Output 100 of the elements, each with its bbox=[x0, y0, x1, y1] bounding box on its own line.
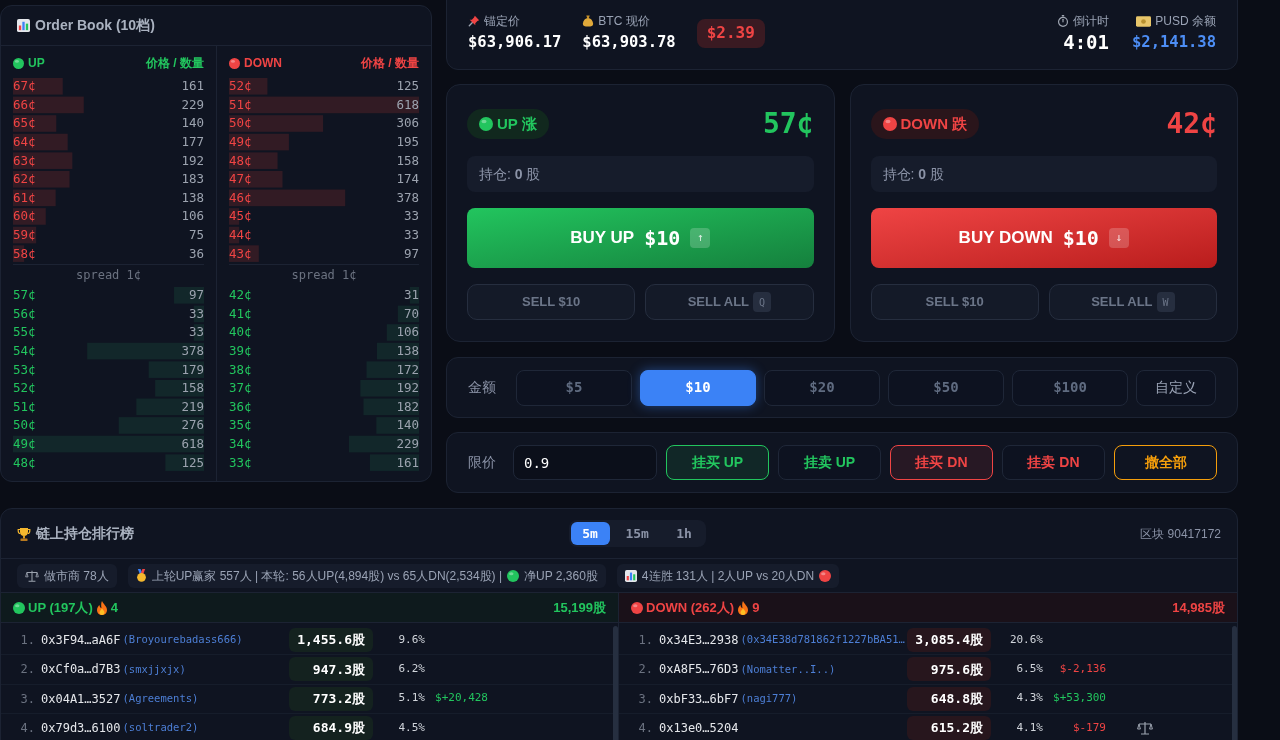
limit-order-button[interactable]: 挂买 DN bbox=[890, 445, 993, 480]
fire-icon bbox=[95, 600, 108, 615]
medal-icon bbox=[135, 569, 147, 582]
limit-label: 限价 bbox=[468, 453, 497, 472]
dot-icon bbox=[507, 569, 520, 582]
stat-text: 4连胜 131人 | 2人UP vs 20人DN bbox=[641, 567, 815, 585]
dot-icon bbox=[882, 117, 897, 131]
limit-order-button[interactable]: 挂卖 UP bbox=[778, 445, 881, 480]
amount-option[interactable]: $5 bbox=[516, 369, 632, 406]
side-label: UP 涨 bbox=[497, 113, 537, 134]
price-text: 33¢ bbox=[229, 455, 252, 470]
rank-number: 2. bbox=[637, 661, 653, 679]
dot-icon bbox=[229, 57, 240, 69]
price-text: 38¢ bbox=[229, 362, 252, 377]
sell-button[interactable]: SELL ALL W bbox=[1048, 284, 1217, 320]
sell-button[interactable]: SELL ALL Q bbox=[645, 284, 814, 320]
limit-order-button[interactable]: 撤全部 bbox=[1114, 445, 1217, 480]
quantity-text: 75 bbox=[188, 228, 204, 243]
block-number: 区块 90417172 bbox=[1140, 525, 1221, 543]
price-text: 42¢ bbox=[229, 288, 252, 303]
key-hint: ↑ bbox=[690, 228, 711, 248]
stat-label: BTC 现价 bbox=[598, 13, 650, 30]
shares-amount: 648.8股 bbox=[907, 686, 991, 711]
trader-name: (Broyourebadass666) bbox=[122, 632, 243, 648]
share-percent: 20.6% bbox=[1008, 631, 1043, 648]
side-title: DOWN (262人) bbox=[646, 598, 735, 617]
price-text: 36¢ bbox=[229, 399, 252, 414]
stat-text: 上轮UP赢家 557人 | 本轮: 56人UP(4,894股) vs 65人DN(2,534股) | bbox=[151, 567, 503, 585]
holdings-text: 持仓: 0 股 bbox=[467, 156, 814, 192]
shares-amount: 3,085.4股 bbox=[907, 628, 991, 653]
pnl-value: $+53,300 bbox=[1052, 690, 1106, 707]
amount-option[interactable]: 自定义 bbox=[1136, 369, 1216, 406]
share-percent: 4.1% bbox=[1015, 719, 1043, 736]
price-text: 40¢ bbox=[229, 325, 252, 340]
rank-number: 4. bbox=[637, 720, 653, 738]
side-total: 15,199股 bbox=[553, 598, 606, 617]
quantity-text: 183 bbox=[181, 172, 204, 187]
price-text: 42¢ bbox=[1166, 110, 1217, 138]
trader-name: (smxjjxjx) bbox=[122, 661, 186, 677]
stat-value: $63,903.78 bbox=[582, 32, 676, 53]
quantity-text: 161 bbox=[181, 79, 204, 94]
timeframe-tab[interactable]: 1h bbox=[664, 522, 704, 545]
stat-label: 锚定价 bbox=[484, 13, 520, 30]
panel-title: 链上持仓排行榜 bbox=[36, 524, 134, 543]
buy-button[interactable]: BUY UP $10 ↑ bbox=[467, 208, 814, 268]
amount-option[interactable]: $10 bbox=[640, 369, 756, 406]
pnl-value: $+20,428 bbox=[434, 690, 488, 707]
trader-name: (0x34E38d781862f1227bBA51… bbox=[740, 632, 905, 648]
limit-price-input[interactable]: 0.9 bbox=[513, 445, 657, 480]
holdings-text: 持仓: 0 股 bbox=[870, 156, 1217, 192]
dot-icon bbox=[13, 57, 24, 69]
amount-option[interactable]: $100 bbox=[1012, 369, 1128, 406]
shares-amount: 1,455.6股 bbox=[289, 628, 373, 653]
rank-number: 3. bbox=[637, 690, 653, 708]
timeframe-tab[interactable]: 5m bbox=[570, 522, 610, 545]
rank-number: 4. bbox=[19, 720, 35, 738]
column-header: 价格 / 数量 bbox=[146, 55, 204, 72]
quantity-text: 229 bbox=[181, 97, 204, 112]
sell-button[interactable]: SELL $10 bbox=[467, 284, 636, 320]
price-text: 35¢ bbox=[229, 418, 252, 433]
share-percent: 4.5% bbox=[397, 719, 425, 736]
key-hint: ↓ bbox=[1108, 228, 1129, 248]
side-label: UP bbox=[28, 55, 45, 72]
share-percent: 6.2% bbox=[397, 661, 425, 678]
timeframe-tab[interactable]: 15m bbox=[617, 522, 657, 545]
wallet-address: 0x04A1…3527 bbox=[41, 690, 121, 708]
share-percent: 4.3% bbox=[1015, 690, 1043, 707]
rank-number: 2. bbox=[19, 661, 35, 679]
stat-value: $63,906.17 bbox=[468, 32, 562, 53]
wallet-address: 0x3F94…aA6F bbox=[41, 632, 121, 650]
wallet-address: 0xA8F5…76D3 bbox=[659, 661, 739, 679]
scale-icon bbox=[25, 569, 39, 582]
wallet-address: 0xCf0a…d7B3 bbox=[41, 661, 121, 679]
share-percent: 5.1% bbox=[397, 690, 425, 707]
key-hint: W bbox=[1156, 292, 1175, 312]
share-percent: 9.6% bbox=[397, 631, 425, 648]
limit-order-button[interactable]: 挂卖 DN bbox=[1002, 445, 1105, 480]
trader-name: (Nomatter..I..) bbox=[740, 661, 836, 677]
sell-button[interactable]: SELL $10 bbox=[870, 284, 1039, 320]
shares-amount: 773.2股 bbox=[289, 686, 373, 711]
buy-button[interactable]: BUY DOWN $10 ↓ bbox=[870, 208, 1217, 268]
price-text: 57¢ bbox=[762, 110, 814, 138]
side-label: DOWN bbox=[244, 55, 282, 72]
rank-number: 1. bbox=[637, 632, 653, 650]
stat-label: PUSD 余额 bbox=[1155, 13, 1216, 30]
side-title: UP (197人) bbox=[28, 598, 93, 617]
amount-option[interactable]: $20 bbox=[764, 369, 880, 406]
quantity-text: 106 bbox=[181, 209, 204, 224]
rank-number: 3. bbox=[19, 690, 35, 708]
shares-amount: 615.2股 bbox=[907, 716, 991, 740]
amount-option[interactable]: $50 bbox=[888, 369, 1004, 406]
shares-amount: 684.9股 bbox=[289, 716, 373, 740]
quantity-text: 192 bbox=[181, 153, 204, 168]
limit-order-button[interactable]: 挂买 UP bbox=[666, 445, 769, 480]
price-diff-badge: $2.39 bbox=[696, 18, 765, 48]
stat-text: 做市商 78人 bbox=[44, 567, 109, 585]
column-header: 价格 / 数量 bbox=[361, 55, 419, 72]
dot-icon bbox=[631, 601, 643, 614]
bar-chart-icon bbox=[624, 569, 637, 582]
quantity-text: 36 bbox=[188, 246, 204, 261]
